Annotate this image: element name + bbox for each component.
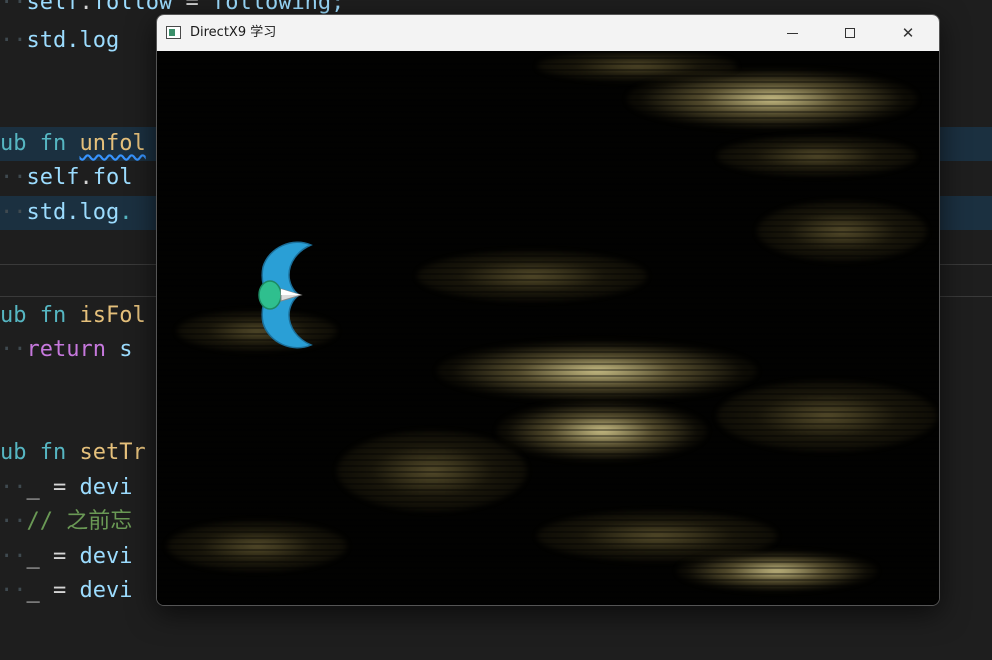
code-token: setTr: [79, 440, 146, 465]
indent-guide: ··: [0, 0, 27, 15]
indent-guide: ··: [0, 337, 27, 362]
indent-guide: ··: [0, 475, 27, 500]
indent-guide: ··: [0, 165, 27, 190]
directx-window[interactable]: DirectX9 学习 ✕: [156, 14, 940, 606]
minimize-button[interactable]: [763, 15, 821, 51]
code-token: s: [119, 337, 133, 362]
code-token: self: [26, 165, 80, 190]
indent-guide: ··: [0, 578, 27, 603]
code-token: fn: [39, 303, 80, 328]
code-token: _ =: [26, 578, 80, 603]
code-token: _ =: [26, 544, 80, 569]
code-token: devi: [79, 544, 133, 569]
code-token: .: [79, 165, 93, 190]
code-token: fol: [92, 165, 133, 190]
indent-guide: ··: [0, 28, 27, 53]
app-window-icon: [166, 26, 181, 39]
fish-sprite: [258, 241, 313, 349]
indent-guide: ··: [0, 200, 27, 225]
code-token: ub: [0, 131, 40, 156]
close-button[interactable]: ✕: [879, 15, 937, 51]
code-token: follow: [92, 0, 173, 15]
code-token: ub: [0, 440, 40, 465]
maximize-button[interactable]: [821, 15, 879, 51]
code-token: fn: [39, 131, 80, 156]
window-titlebar[interactable]: DirectX9 学习 ✕: [157, 15, 939, 51]
close-icon: ✕: [901, 24, 915, 42]
code-token: devi: [79, 578, 133, 603]
code-token: unfol: [79, 131, 146, 156]
indent-guide: ··: [0, 544, 27, 569]
code-token: std.log: [26, 28, 120, 53]
code-token: following;: [211, 0, 345, 15]
maximize-icon: [845, 28, 855, 38]
code-token: _ =: [26, 475, 80, 500]
code-token: // 之前忘: [26, 509, 133, 534]
code-token: isFol: [79, 303, 146, 328]
code-token: devi: [79, 475, 133, 500]
code-token: self: [26, 0, 80, 15]
render-canvas[interactable]: [157, 51, 939, 605]
code-token: std.log: [26, 200, 120, 225]
code-token: =: [172, 0, 212, 15]
window-title: DirectX9 学习: [190, 25, 277, 40]
code-token: .: [79, 0, 93, 15]
code-token: fn: [39, 440, 80, 465]
code-token: ub: [0, 303, 40, 328]
indent-guide: ··: [0, 509, 27, 534]
minimize-icon: [786, 32, 798, 34]
code-token: return: [26, 337, 120, 362]
